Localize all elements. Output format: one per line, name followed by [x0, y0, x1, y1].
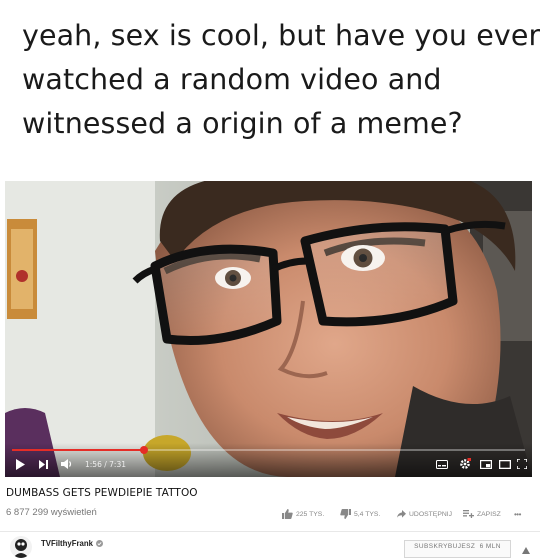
volume-icon[interactable]	[61, 455, 73, 473]
playlist-add-icon	[463, 510, 474, 518]
thumbs-up-icon	[282, 509, 293, 519]
channel-name-text: TVFilthyFrank	[41, 539, 93, 548]
play-icon[interactable]	[15, 455, 25, 473]
channel-avatar[interactable]	[10, 536, 32, 558]
progress-bar[interactable]	[12, 446, 525, 454]
progress-scrubber[interactable]	[139, 446, 148, 454]
like-button[interactable]: 225 TYS.	[282, 508, 324, 520]
more-actions-button[interactable]: •••	[514, 508, 521, 520]
save-label: ZAPISZ	[477, 510, 501, 518]
dislike-count: 5,4 TYS.	[354, 510, 381, 518]
settings-icon[interactable]	[459, 455, 471, 473]
current-time: 1:56	[85, 459, 102, 469]
subtitles-icon[interactable]	[436, 455, 448, 473]
view-count: 6 877 299 wyświetleń	[6, 507, 97, 518]
subscribe-button[interactable]: SUBSKRYBUJESZ 6 MLN	[404, 540, 511, 558]
caption-line-1: yeah, sex is cool, but have you ever	[22, 19, 540, 52]
miniplayer-icon[interactable]	[480, 455, 492, 473]
video-player[interactable]: 1:56 / 7:31	[5, 181, 532, 477]
next-icon[interactable]	[39, 455, 48, 473]
theater-icon[interactable]	[499, 455, 511, 473]
dislike-button[interactable]: 5,4 TYS.	[340, 508, 380, 520]
meme-caption: yeah, sex is cool, but have you ever wat…	[22, 14, 540, 146]
share-icon	[397, 510, 406, 518]
time-separator: /	[101, 459, 110, 469]
notification-bell-icon[interactable]	[522, 542, 530, 560]
caption-line-2: watched a random video and	[22, 63, 442, 96]
subscribe-label: SUBSKRYBUJESZ 6 MLN	[414, 543, 501, 550]
video-frame[interactable]	[5, 181, 532, 477]
share-label: UDOSTĘPNIJ	[409, 510, 453, 518]
player-controls: 1:56 / 7:31	[5, 443, 532, 477]
share-button[interactable]: UDOSTĘPNIJ	[397, 508, 452, 520]
progress-played	[12, 449, 144, 451]
time-display: 1:56 / 7:31	[85, 455, 126, 473]
divider	[0, 531, 540, 532]
duration: 7:31	[109, 459, 126, 469]
like-count: 225 TYS.	[296, 510, 325, 518]
thumbs-down-icon	[340, 509, 351, 519]
channel-name[interactable]: TVFilthyFrank	[41, 539, 103, 548]
verified-check-icon	[96, 540, 103, 547]
video-title: DUMBASS GETS PEWDIEPIE TATTOO	[6, 487, 198, 499]
more-icon: •••	[514, 509, 521, 519]
avatar-image	[13, 539, 29, 558]
fullscreen-icon[interactable]	[517, 455, 527, 473]
save-button[interactable]: ZAPISZ	[463, 508, 501, 520]
caption-line-3: witnessed a origin of a meme?	[22, 107, 463, 140]
